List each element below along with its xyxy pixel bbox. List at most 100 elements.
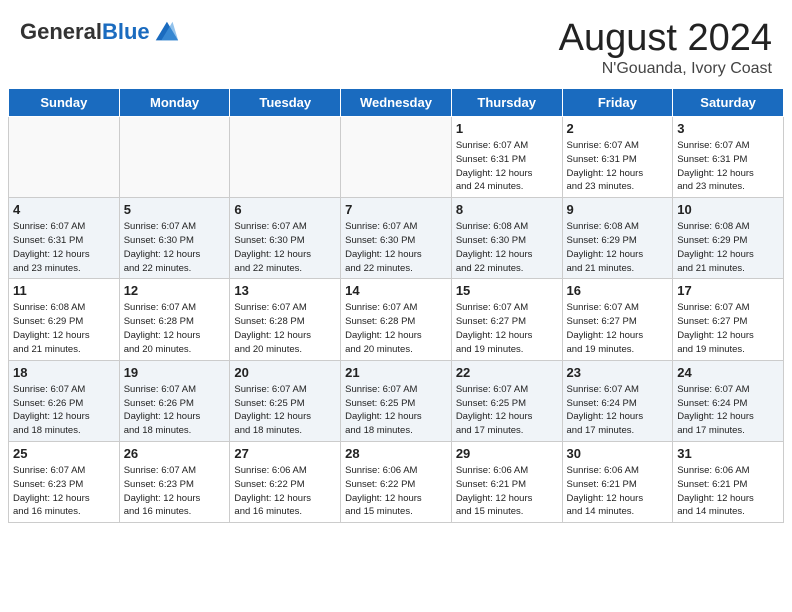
day-info: Sunrise: 6:08 AM Sunset: 6:29 PM Dayligh… [677, 220, 779, 275]
week-row-2: 4Sunrise: 6:07 AM Sunset: 6:31 PM Daylig… [9, 198, 784, 279]
day-number: 11 [13, 282, 115, 300]
day-cell-2: 2Sunrise: 6:07 AM Sunset: 6:31 PM Daylig… [562, 116, 673, 197]
day-number: 12 [124, 282, 226, 300]
day-info: Sunrise: 6:07 AM Sunset: 6:25 PM Dayligh… [456, 383, 558, 438]
day-cell-12: 12Sunrise: 6:07 AM Sunset: 6:28 PM Dayli… [119, 279, 230, 360]
day-info: Sunrise: 6:07 AM Sunset: 6:30 PM Dayligh… [124, 220, 226, 275]
day-cell-26: 26Sunrise: 6:07 AM Sunset: 6:23 PM Dayli… [119, 441, 230, 522]
page-wrapper: GeneralBlue August 2024 N'Gouanda, Ivory… [0, 0, 792, 523]
day-info: Sunrise: 6:06 AM Sunset: 6:22 PM Dayligh… [345, 464, 447, 519]
day-number: 21 [345, 364, 447, 382]
day-info: Sunrise: 6:07 AM Sunset: 6:31 PM Dayligh… [13, 220, 115, 275]
day-number: 4 [13, 201, 115, 219]
day-number: 1 [456, 120, 558, 138]
logo-blue-text: Blue [102, 19, 150, 44]
day-number: 18 [13, 364, 115, 382]
calendar-table: SundayMondayTuesdayWednesdayThursdayFrid… [8, 88, 784, 523]
day-cell-25: 25Sunrise: 6:07 AM Sunset: 6:23 PM Dayli… [9, 441, 120, 522]
day-number: 24 [677, 364, 779, 382]
day-cell-21: 21Sunrise: 6:07 AM Sunset: 6:25 PM Dayli… [341, 360, 452, 441]
day-cell-14: 14Sunrise: 6:07 AM Sunset: 6:28 PM Dayli… [341, 279, 452, 360]
day-number: 6 [234, 201, 336, 219]
day-header-thursday: Thursday [451, 88, 562, 116]
day-cell-3: 3Sunrise: 6:07 AM Sunset: 6:31 PM Daylig… [673, 116, 784, 197]
day-number: 23 [567, 364, 669, 382]
day-info: Sunrise: 6:07 AM Sunset: 6:31 PM Dayligh… [456, 139, 558, 194]
day-info: Sunrise: 6:07 AM Sunset: 6:24 PM Dayligh… [567, 383, 669, 438]
day-info: Sunrise: 6:07 AM Sunset: 6:26 PM Dayligh… [124, 383, 226, 438]
day-number: 28 [345, 445, 447, 463]
empty-cell [230, 116, 341, 197]
week-row-5: 25Sunrise: 6:07 AM Sunset: 6:23 PM Dayli… [9, 441, 784, 522]
day-number: 25 [13, 445, 115, 463]
day-info: Sunrise: 6:07 AM Sunset: 6:28 PM Dayligh… [345, 301, 447, 356]
day-number: 7 [345, 201, 447, 219]
day-cell-17: 17Sunrise: 6:07 AM Sunset: 6:27 PM Dayli… [673, 279, 784, 360]
day-cell-13: 13Sunrise: 6:07 AM Sunset: 6:28 PM Dayli… [230, 279, 341, 360]
day-number: 15 [456, 282, 558, 300]
day-number: 26 [124, 445, 226, 463]
day-number: 14 [345, 282, 447, 300]
week-row-3: 11Sunrise: 6:08 AM Sunset: 6:29 PM Dayli… [9, 279, 784, 360]
day-cell-24: 24Sunrise: 6:07 AM Sunset: 6:24 PM Dayli… [673, 360, 784, 441]
day-header-monday: Monday [119, 88, 230, 116]
empty-cell [341, 116, 452, 197]
day-cell-29: 29Sunrise: 6:06 AM Sunset: 6:21 PM Dayli… [451, 441, 562, 522]
day-info: Sunrise: 6:07 AM Sunset: 6:30 PM Dayligh… [345, 220, 447, 275]
logo-general-text: General [20, 19, 102, 44]
day-cell-8: 8Sunrise: 6:08 AM Sunset: 6:30 PM Daylig… [451, 198, 562, 279]
day-number: 13 [234, 282, 336, 300]
day-number: 17 [677, 282, 779, 300]
day-cell-19: 19Sunrise: 6:07 AM Sunset: 6:26 PM Dayli… [119, 360, 230, 441]
day-info: Sunrise: 6:07 AM Sunset: 6:31 PM Dayligh… [567, 139, 669, 194]
day-info: Sunrise: 6:07 AM Sunset: 6:31 PM Dayligh… [677, 139, 779, 194]
day-info: Sunrise: 6:06 AM Sunset: 6:21 PM Dayligh… [567, 464, 669, 519]
day-cell-31: 31Sunrise: 6:06 AM Sunset: 6:21 PM Dayli… [673, 441, 784, 522]
day-info: Sunrise: 6:07 AM Sunset: 6:23 PM Dayligh… [124, 464, 226, 519]
day-cell-23: 23Sunrise: 6:07 AM Sunset: 6:24 PM Dayli… [562, 360, 673, 441]
day-header-friday: Friday [562, 88, 673, 116]
day-info: Sunrise: 6:06 AM Sunset: 6:21 PM Dayligh… [456, 464, 558, 519]
day-cell-22: 22Sunrise: 6:07 AM Sunset: 6:25 PM Dayli… [451, 360, 562, 441]
day-number: 27 [234, 445, 336, 463]
day-cell-16: 16Sunrise: 6:07 AM Sunset: 6:27 PM Dayli… [562, 279, 673, 360]
day-info: Sunrise: 6:07 AM Sunset: 6:23 PM Dayligh… [13, 464, 115, 519]
day-info: Sunrise: 6:06 AM Sunset: 6:22 PM Dayligh… [234, 464, 336, 519]
week-row-4: 18 Sunrise: 6:07 AM Sunset: 6:26 PM Dayli… [9, 360, 784, 441]
day-cell-9: 9Sunrise: 6:08 AM Sunset: 6:29 PM Daylig… [562, 198, 673, 279]
day-number: 5 [124, 201, 226, 219]
day-info: Sunrise: 6:08 AM Sunset: 6:30 PM Dayligh… [456, 220, 558, 275]
day-number: 16 [567, 282, 669, 300]
day-cell-5: 5Sunrise: 6:07 AM Sunset: 6:30 PM Daylig… [119, 198, 230, 279]
month-year: August 2024 [559, 18, 772, 60]
day-cell-15: 15Sunrise: 6:07 AM Sunset: 6:27 PM Dayli… [451, 279, 562, 360]
day-header-saturday: Saturday [673, 88, 784, 116]
day-info: Sunrise: 6:07 AM Sunset: 6:28 PM Dayligh… [124, 301, 226, 356]
day-cell-10: 10Sunrise: 6:08 AM Sunset: 6:29 PM Dayli… [673, 198, 784, 279]
day-info: Sunrise: 6:07 AM Sunset: 6:27 PM Dayligh… [456, 301, 558, 356]
day-number: 8 [456, 201, 558, 219]
day-cell-30: 30Sunrise: 6:06 AM Sunset: 6:21 PM Dayli… [562, 441, 673, 522]
day-cell-27: 27Sunrise: 6:06 AM Sunset: 6:22 PM Dayli… [230, 441, 341, 522]
title-block: August 2024 N'Gouanda, Ivory Coast [559, 18, 772, 78]
day-cell-7: 7Sunrise: 6:07 AM Sunset: 6:30 PM Daylig… [341, 198, 452, 279]
day-number: 20 [234, 364, 336, 382]
day-number: 3 [677, 120, 779, 138]
day-cell-20: 20Sunrise: 6:07 AM Sunset: 6:25 PM Dayli… [230, 360, 341, 441]
logo: GeneralBlue [20, 18, 180, 46]
day-number: 29 [456, 445, 558, 463]
week-row-1: 1Sunrise: 6:07 AM Sunset: 6:31 PM Daylig… [9, 116, 784, 197]
day-number: 30 [567, 445, 669, 463]
day-info: Sunrise: 6:07 AM Sunset: 6:25 PM Dayligh… [345, 383, 447, 438]
empty-cell [119, 116, 230, 197]
day-number: 19 [124, 364, 226, 382]
day-cell-18: 18Sunrise: 6:07 AM Sunset: 6:26 PM Dayli… [9, 360, 120, 441]
day-number: 10 [677, 201, 779, 219]
day-number: 9 [567, 201, 669, 219]
day-cell-6: 6Sunrise: 6:07 AM Sunset: 6:30 PM Daylig… [230, 198, 341, 279]
day-cell-11: 11Sunrise: 6:08 AM Sunset: 6:29 PM Dayli… [9, 279, 120, 360]
day-header-tuesday: Tuesday [230, 88, 341, 116]
days-header-row: SundayMondayTuesdayWednesdayThursdayFrid… [9, 88, 784, 116]
logo-icon [152, 18, 180, 46]
day-number: 31 [677, 445, 779, 463]
